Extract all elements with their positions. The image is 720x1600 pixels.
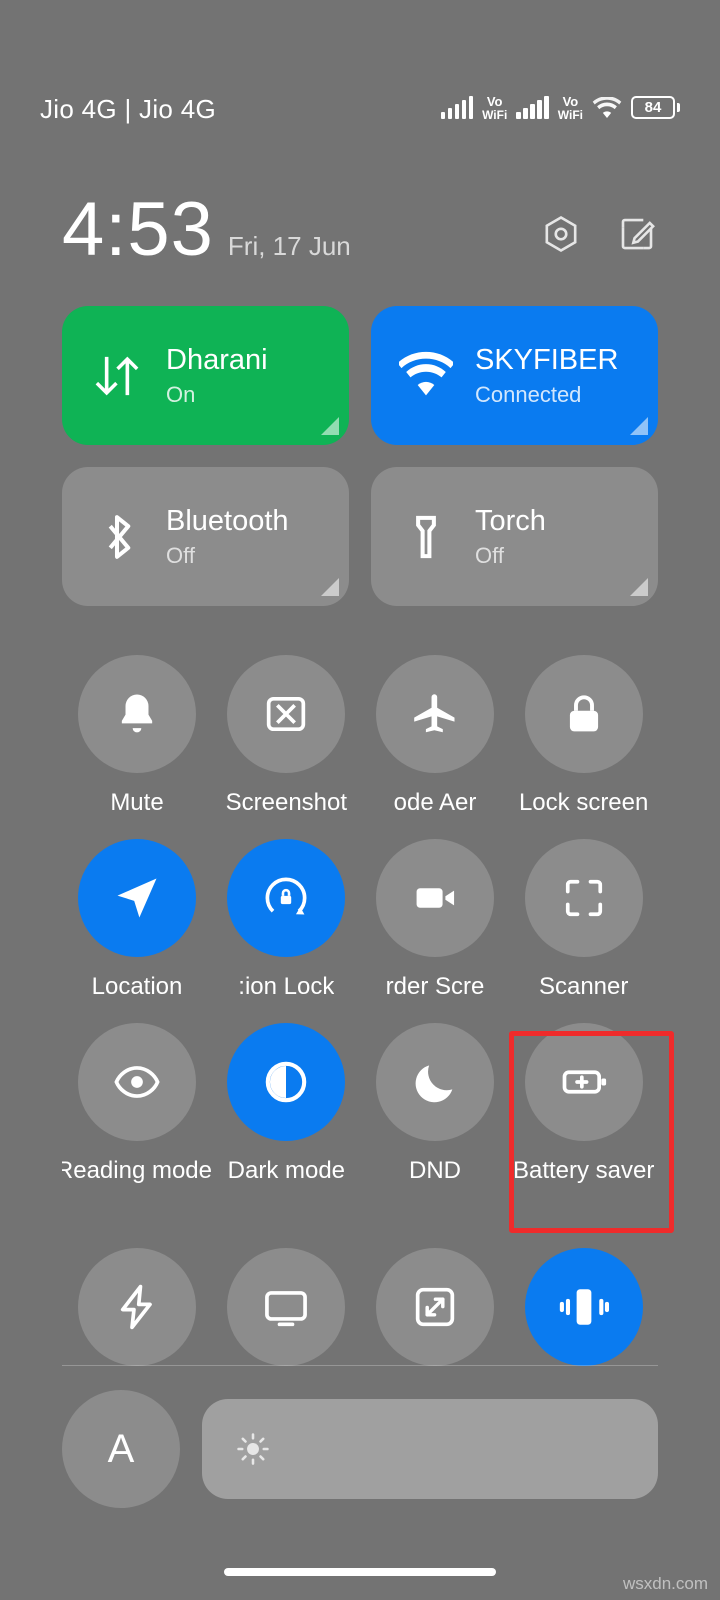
home-indicator[interactable] xyxy=(224,1568,496,1576)
settings-gear-icon[interactable] xyxy=(540,213,582,255)
tile-power-boost[interactable] xyxy=(62,1248,211,1366)
expand-corner-icon[interactable] xyxy=(630,578,648,596)
clock-actions xyxy=(540,205,658,255)
tile-dark-mode[interactable]: Dark mode xyxy=(212,1023,361,1185)
tile-label: ode Aer xyxy=(393,789,477,816)
tile-dnd[interactable]: DND xyxy=(361,1023,510,1185)
sun-icon xyxy=(237,1433,269,1465)
tile-rotation-lock[interactable]: :ion Lock xyxy=(212,839,361,1001)
tile-title: Dharani xyxy=(166,343,268,376)
tile-label: DND xyxy=(408,1157,461,1184)
tile-bluetooth[interactable]: Bluetooth Off xyxy=(62,467,349,606)
tile-mute[interactable]: Mute xyxy=(62,655,212,817)
battery-level-label: 84 xyxy=(644,99,662,116)
tile-label: :ion Lock xyxy=(238,973,335,1000)
tile-location[interactable]: Location xyxy=(62,839,212,1001)
edit-pencil-icon[interactable] xyxy=(616,213,658,255)
video-camera-icon xyxy=(416,888,455,908)
brightness-slider[interactable] xyxy=(202,1399,658,1499)
clock-time: 4:53 xyxy=(62,187,214,272)
tile-label: Screenshot xyxy=(225,789,348,816)
signal-bars-icon-1 xyxy=(440,95,474,119)
battery-status-icon: 84 xyxy=(631,96,680,119)
signal-bars-icon-2 xyxy=(516,95,549,119)
tile-screenshot[interactable]: Screenshot xyxy=(212,655,361,817)
tile-label: Scanner xyxy=(538,973,629,1000)
tile-label: Reading mode xyxy=(62,1157,212,1184)
clock-date: Fri, 17 Jun xyxy=(227,230,351,261)
bell-icon xyxy=(121,694,153,733)
screenshot-icon xyxy=(267,696,306,732)
wifi-status-icon xyxy=(592,96,622,118)
tile-resolution[interactable] xyxy=(360,1248,509,1366)
tile-status: Off xyxy=(475,542,504,568)
tile-airplane-mode[interactable]: ode Aer xyxy=(361,655,510,817)
expand-arrows-icon xyxy=(415,1287,454,1327)
data-arrows-icon xyxy=(95,356,139,395)
quick-toggle-grid: Mute Screenshot ode Aer Lock screen Loca… xyxy=(62,655,658,1185)
scan-frame-icon xyxy=(565,879,602,917)
tile-screen-recorder[interactable]: rder Scre xyxy=(361,839,510,1001)
tile-label: Battery saver xyxy=(512,1157,655,1184)
tile-status: Off xyxy=(166,542,195,568)
monitor-icon xyxy=(264,1291,307,1327)
airplane-icon xyxy=(414,694,455,733)
tile-vibrate[interactable] xyxy=(509,1248,658,1366)
expand-corner-icon[interactable] xyxy=(321,578,339,596)
secondary-toggle-row xyxy=(62,1248,658,1366)
tile-title: Bluetooth xyxy=(166,504,289,537)
bluetooth-icon xyxy=(108,514,131,559)
moon-icon xyxy=(415,1065,453,1103)
tile-reading-mode[interactable]: Reading mode xyxy=(62,1023,212,1185)
carrier-label: Jio 4G | Jio 4G xyxy=(40,93,216,124)
expand-corner-icon[interactable] xyxy=(321,417,339,435)
contrast-circle-icon xyxy=(266,1061,307,1103)
clock-row: 4:53 Fri, 17 Jun xyxy=(0,175,720,285)
location-arrow-icon xyxy=(117,878,157,918)
tile-cast[interactable] xyxy=(211,1248,360,1366)
status-bar: Jio 4G | Jio 4G Vo WiFi Vo WiFi 84 xyxy=(0,0,720,160)
status-icon-group: Vo WiFi Vo WiFi 84 xyxy=(440,40,680,122)
tile-title: Torch xyxy=(475,504,546,537)
wifi-icon xyxy=(399,351,453,395)
tile-torch[interactable]: Torch Off xyxy=(371,467,658,606)
vibrate-icon xyxy=(559,1289,609,1325)
rotation-lock-icon xyxy=(265,877,307,915)
lightning-bolt-icon xyxy=(120,1284,152,1330)
tile-mobile-data[interactable]: Dharani On xyxy=(62,306,349,445)
tile-label: Location xyxy=(91,973,183,1000)
tile-label: rder Scre xyxy=(385,973,485,1000)
eye-icon xyxy=(114,1066,160,1098)
tile-scanner[interactable]: Scanner xyxy=(509,839,658,1001)
tile-title: SKYFIBER xyxy=(475,343,619,376)
brightness-row: A xyxy=(62,1390,658,1508)
auto-brightness-label: A xyxy=(107,1426,135,1471)
tile-label: Dark mode xyxy=(227,1157,346,1184)
tile-status: Connected xyxy=(475,381,582,407)
tile-label: Mute xyxy=(110,789,164,816)
auto-brightness-button[interactable]: A xyxy=(62,1390,180,1508)
volte-icon-2: Vo WiFi xyxy=(557,93,583,122)
volte-icon-1: Vo WiFi xyxy=(482,93,508,122)
quick-settings-panel: Jio 4G | Jio 4G Vo WiFi Vo WiFi 84 4:53 … xyxy=(0,0,720,1600)
flashlight-icon xyxy=(416,515,436,558)
padlock-icon xyxy=(569,695,598,732)
watermark-label: wsxdn.com xyxy=(622,1574,708,1593)
tile-wifi[interactable]: SKYFIBER Connected xyxy=(371,306,658,445)
tile-battery-saver[interactable]: Battery saver xyxy=(509,1023,658,1185)
primary-toggle-grid: Dharani On SKYFIBER Connected Bluetooth xyxy=(62,306,658,606)
tile-label: Lock screen xyxy=(518,789,649,816)
expand-corner-icon[interactable] xyxy=(630,417,648,435)
section-divider xyxy=(62,1365,658,1366)
tile-status: On xyxy=(166,381,196,407)
battery-plus-icon xyxy=(562,1070,606,1094)
tile-lock-screen[interactable]: Lock screen xyxy=(509,655,658,817)
